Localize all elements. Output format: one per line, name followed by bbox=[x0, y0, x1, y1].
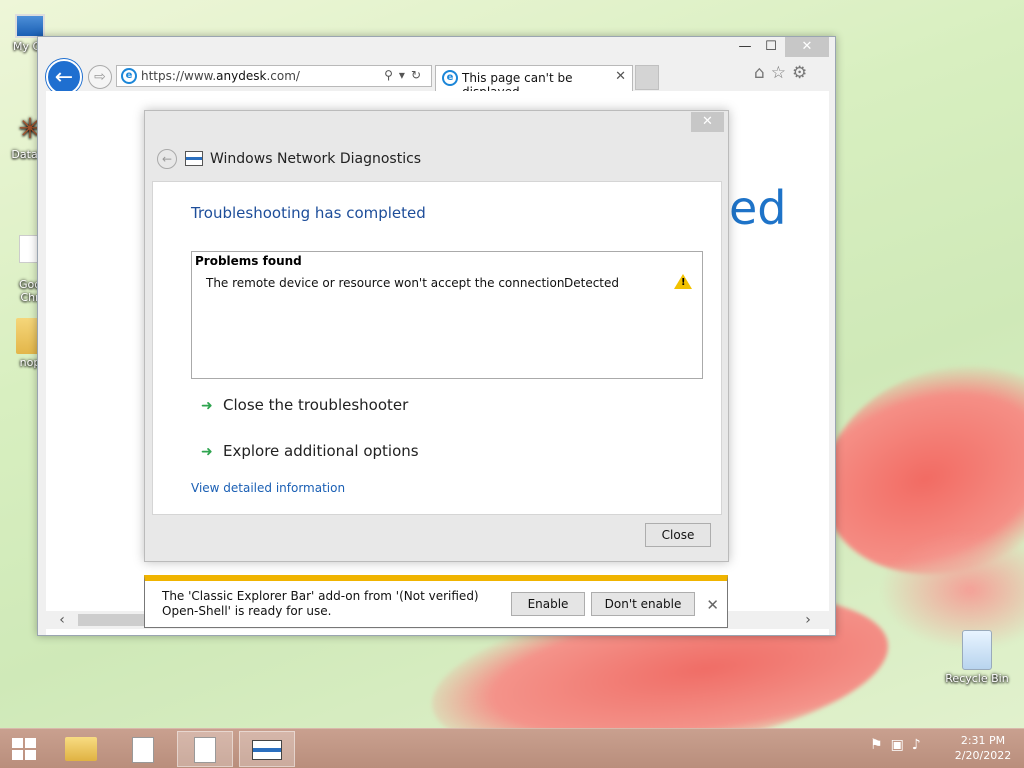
dialog-title: Windows Network Diagnostics bbox=[210, 151, 422, 167]
volume-muted-icon[interactable]: ♪ bbox=[912, 737, 929, 753]
system-tray: ⚑▣♪ bbox=[870, 737, 929, 753]
ie-tab-icon: e bbox=[442, 70, 458, 86]
desktop-icon-recycle-bin[interactable]: Recycle Bin bbox=[940, 630, 1014, 685]
arrow-right-icon: ⇨ bbox=[94, 69, 106, 85]
home-icon[interactable]: ⌂ bbox=[754, 63, 771, 83]
notification-message: The 'Classic Explorer Bar' add-on from '… bbox=[162, 589, 479, 618]
document-icon bbox=[194, 737, 216, 763]
network-diagnostics-icon bbox=[252, 740, 282, 760]
dialog-back-button[interactable]: ← bbox=[157, 149, 177, 169]
taskbar-document-2[interactable] bbox=[177, 731, 233, 767]
desktop-icon-label: Recycle Bin bbox=[945, 672, 1009, 685]
problems-box: Problems found The remote device or reso… bbox=[191, 251, 703, 379]
notification-close-icon[interactable]: ✕ bbox=[706, 596, 719, 614]
windows-logo-icon bbox=[12, 738, 23, 748]
clock-time: 2:31 PM bbox=[960, 734, 1006, 747]
close-button[interactable]: Close bbox=[645, 523, 711, 547]
network-icon[interactable]: ▣ bbox=[891, 737, 912, 753]
view-details-link[interactable]: View detailed information bbox=[191, 481, 345, 495]
page-heading-fragment: ed bbox=[729, 181, 787, 235]
folder-icon bbox=[65, 737, 97, 761]
problem-status: Detected bbox=[564, 276, 620, 290]
taskbar: ⚑▣♪ 2:31 PM 2/20/2022 bbox=[0, 728, 1024, 768]
new-tab-button[interactable] bbox=[635, 65, 659, 90]
browser-tab[interactable]: e This page can't be displayed ✕ bbox=[435, 65, 633, 99]
search-icon[interactable]: ⚲ bbox=[384, 68, 399, 82]
network-diagnostics-icon bbox=[185, 151, 203, 166]
address-bar[interactable]: e https://www.anydesk.com/ ⚲▾↻ bbox=[116, 65, 432, 87]
toolbar-icons: ⌂☆⚙ bbox=[754, 63, 813, 83]
settings-gear-icon[interactable]: ⚙ bbox=[792, 63, 813, 83]
clock-date: 2/20/2022 bbox=[954, 749, 1012, 762]
clock[interactable]: 2:31 PM 2/20/2022 bbox=[948, 733, 1018, 763]
scroll-right-icon[interactable]: › bbox=[798, 611, 818, 629]
dialog-heading: Troubleshooting has completed bbox=[191, 204, 426, 222]
problems-title: Problems found bbox=[195, 254, 302, 268]
taskbar-file-explorer[interactable] bbox=[53, 731, 109, 767]
arrow-left-icon: ← bbox=[54, 65, 74, 90]
green-arrow-icon: ➜ bbox=[201, 398, 213, 414]
dialog-panel: Troubleshooting has completed Problems f… bbox=[152, 181, 722, 515]
document-icon bbox=[132, 737, 154, 763]
addon-notification: The 'Classic Explorer Bar' add-on from '… bbox=[144, 575, 728, 628]
arrow-left-icon: ← bbox=[161, 152, 173, 166]
problem-description: The remote device or resource won't acce… bbox=[206, 276, 565, 290]
warning-icon: ! bbox=[674, 274, 692, 289]
window-close-button[interactable]: ✕ bbox=[785, 37, 829, 57]
recycle-bin-icon bbox=[962, 630, 992, 670]
favorites-star-icon[interactable]: ☆ bbox=[771, 63, 792, 83]
address-text[interactable]: https://www.anydesk.com/ bbox=[141, 69, 300, 83]
maximize-button[interactable]: ☐ bbox=[756, 37, 786, 57]
action-center-flag-icon[interactable]: ⚑ bbox=[870, 737, 891, 753]
taskbar-document-1[interactable] bbox=[115, 731, 171, 767]
enable-button[interactable]: Enable bbox=[511, 592, 585, 616]
scroll-left-icon[interactable]: ‹ bbox=[52, 611, 72, 629]
ie-logo-icon: e bbox=[121, 68, 137, 84]
forward-button[interactable]: ⇨ bbox=[88, 65, 112, 89]
diagnostics-dialog: ✕ ← Windows Network Diagnostics Troubles… bbox=[144, 110, 729, 562]
explore-options-link[interactable]: Explore additional options bbox=[223, 442, 419, 460]
taskbar-network-diagnostics[interactable] bbox=[239, 731, 295, 767]
tab-close-icon[interactable]: ✕ bbox=[615, 69, 626, 84]
address-tools: ⚲▾↻ bbox=[384, 68, 427, 82]
green-arrow-icon: ➜ bbox=[201, 444, 213, 460]
close-troubleshooter-link[interactable]: Close the troubleshooter bbox=[223, 396, 408, 414]
computer-icon bbox=[15, 14, 45, 38]
refresh-icon[interactable]: ↻ bbox=[411, 68, 427, 82]
back-button[interactable]: ← bbox=[46, 59, 82, 95]
start-button[interactable] bbox=[12, 738, 38, 760]
dialog-close-button[interactable]: ✕ bbox=[691, 112, 724, 132]
dropdown-icon[interactable]: ▾ bbox=[399, 68, 411, 82]
dont-enable-button[interactable]: Don't enable bbox=[591, 592, 695, 616]
